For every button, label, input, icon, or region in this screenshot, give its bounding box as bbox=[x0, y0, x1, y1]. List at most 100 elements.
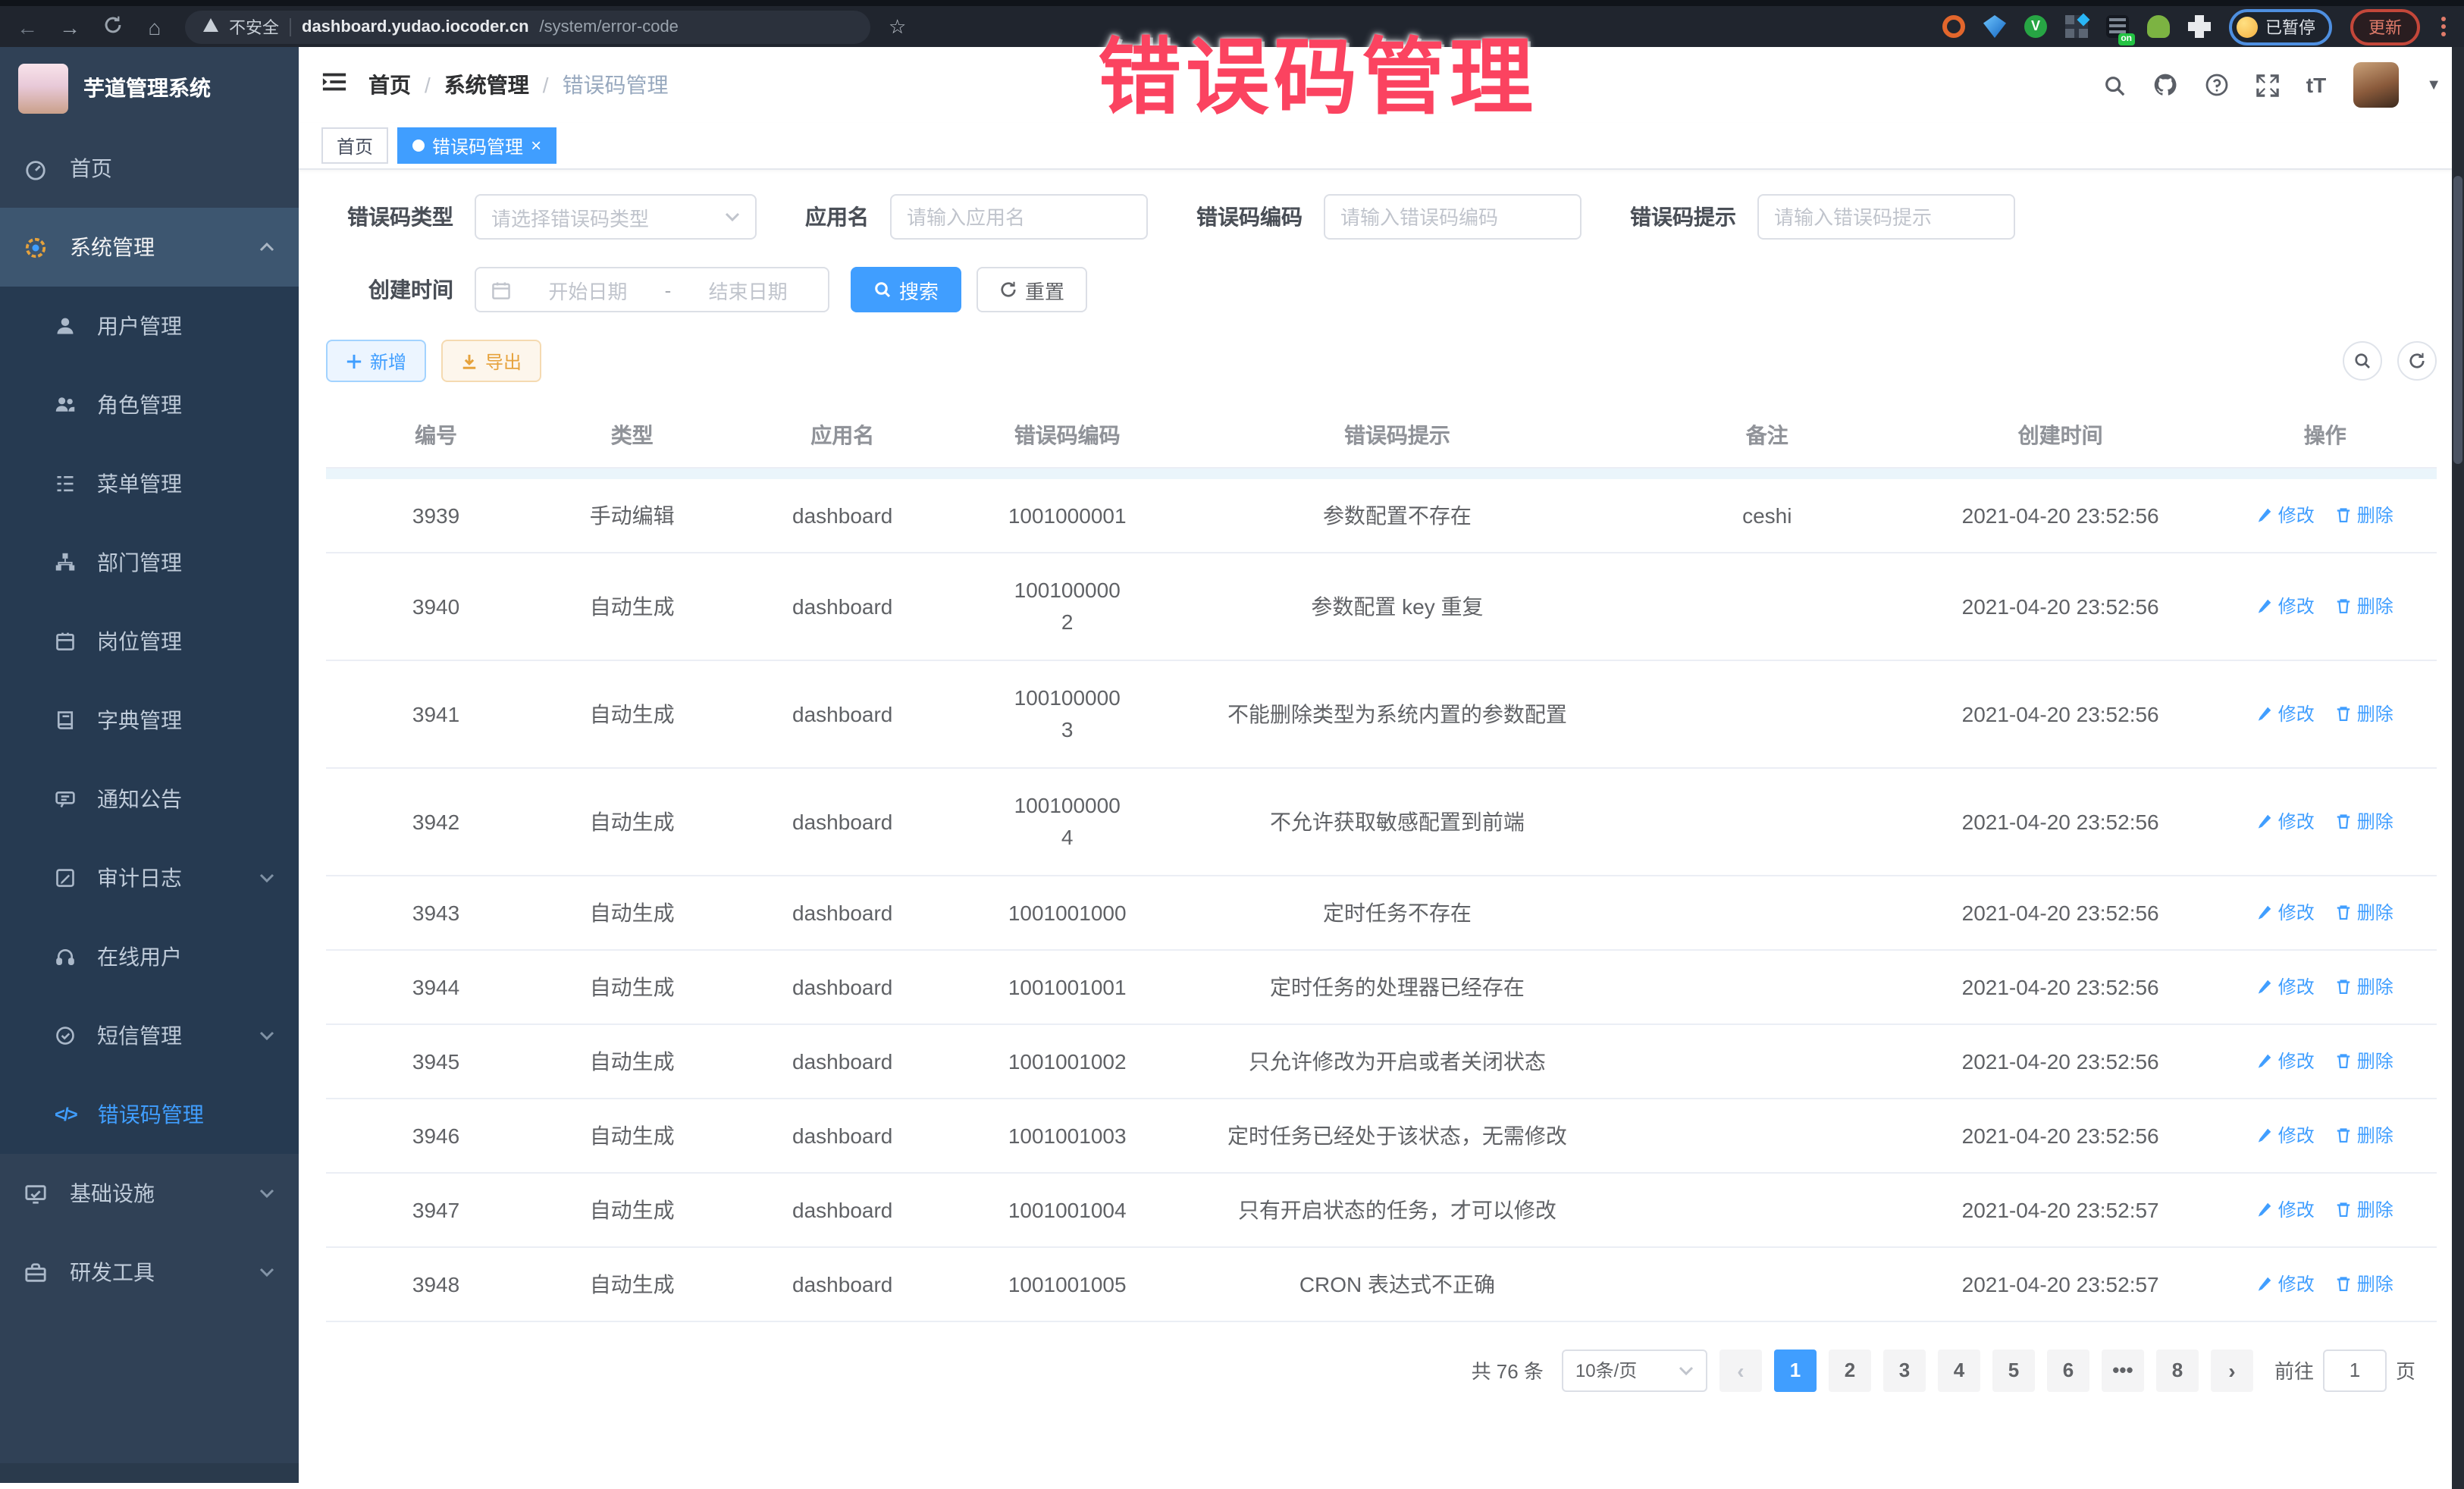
extension-icon-6[interactable] bbox=[2147, 15, 2170, 38]
sidebar-item-roles[interactable]: 角色管理 bbox=[0, 365, 299, 444]
browser-profile-chip[interactable]: 已暂停 bbox=[2229, 8, 2332, 45]
prev-page-button[interactable]: ‹ bbox=[1719, 1349, 1762, 1391]
delete-link[interactable]: 删除 bbox=[2336, 1122, 2393, 1148]
sidebar-item-notices[interactable]: 通知公告 bbox=[0, 760, 299, 839]
font-size-icon[interactable]: tT bbox=[2306, 73, 2326, 97]
delete-link[interactable]: 删除 bbox=[2336, 973, 2393, 999]
page-button-3[interactable]: 3 bbox=[1883, 1349, 1926, 1391]
page-scrollbar[interactable] bbox=[2452, 47, 2464, 1489]
sidebar-item-home[interactable]: 首页 bbox=[0, 129, 299, 208]
edit-link[interactable]: 修改 bbox=[2257, 502, 2315, 528]
next-page-button[interactable]: › bbox=[2211, 1349, 2253, 1391]
fullscreen-icon[interactable] bbox=[2256, 74, 2279, 96]
help-icon[interactable] bbox=[2205, 73, 2229, 97]
goto-page-input[interactable] bbox=[2323, 1349, 2387, 1391]
github-icon[interactable] bbox=[2153, 73, 2177, 97]
breadcrumb-home[interactable]: 首页 bbox=[368, 70, 411, 100]
sidebar-item-menus[interactable]: 菜单管理 bbox=[0, 444, 299, 523]
page-button-6[interactable]: 6 bbox=[2047, 1349, 2089, 1391]
sidebar-item-departments[interactable]: 部门管理 bbox=[0, 523, 299, 602]
page-ellipsis[interactable]: ••• bbox=[2102, 1349, 2144, 1391]
chrome-update-button[interactable]: 更新 bbox=[2350, 8, 2420, 45]
sidebar-item-error-code[interactable]: </> 错误码管理 bbox=[0, 1075, 299, 1154]
export-button[interactable]: 导出 bbox=[441, 340, 541, 382]
header-search-icon[interactable] bbox=[2103, 74, 2126, 96]
edit-link[interactable]: 修改 bbox=[2257, 1048, 2315, 1074]
sidebar-item-online-users[interactable]: 在线用户 bbox=[0, 917, 299, 996]
sidebar-item-users[interactable]: 用户管理 bbox=[0, 287, 299, 365]
delete-link[interactable]: 删除 bbox=[2336, 808, 2393, 834]
sidebar-item-audit-log[interactable]: 审计日志 bbox=[0, 839, 299, 917]
page-button-8[interactable]: 8 bbox=[2156, 1349, 2199, 1391]
tag-close-icon[interactable]: × bbox=[531, 136, 541, 155]
extension-icon-1[interactable] bbox=[1942, 15, 1965, 38]
extension-icon-4[interactable] bbox=[2065, 15, 2088, 38]
page-button-5[interactable]: 5 bbox=[1992, 1349, 2035, 1391]
edit-link[interactable]: 修改 bbox=[2257, 1122, 2315, 1148]
avatar-caret-icon[interactable]: ▼ bbox=[2426, 77, 2441, 93]
edit-link[interactable]: 修改 bbox=[2257, 1196, 2315, 1222]
select-placeholder: 请选择错误码类型 bbox=[491, 202, 725, 231]
scrollbar-thumb[interactable] bbox=[2453, 176, 2462, 464]
delete-link[interactable]: 删除 bbox=[2336, 1271, 2393, 1296]
col-type: 类型 bbox=[546, 403, 718, 468]
add-button[interactable]: 新增 bbox=[326, 340, 426, 382]
row-id: 3940 bbox=[326, 552, 546, 660]
breadcrumb-system[interactable]: 系统管理 bbox=[444, 70, 529, 100]
bookmark-star-icon[interactable]: ☆ bbox=[889, 14, 906, 39]
error-type-select[interactable]: 请选择错误码类型 bbox=[475, 194, 757, 240]
sidebar-item-dictionary[interactable]: 字典管理 bbox=[0, 681, 299, 760]
search-button[interactable]: 搜索 bbox=[851, 267, 961, 312]
trash-icon bbox=[2336, 904, 2353, 920]
date-range-picker[interactable]: 开始日期 - 结束日期 bbox=[475, 267, 829, 312]
browser-menu-icon[interactable] bbox=[2438, 17, 2449, 36]
page-button-2[interactable]: 2 bbox=[1829, 1349, 1871, 1391]
headset-icon bbox=[55, 946, 76, 967]
edit-link[interactable]: 修改 bbox=[2257, 899, 2315, 925]
edit-link-label: 修改 bbox=[2278, 593, 2315, 619]
page-size-select[interactable]: 10条/页 bbox=[1562, 1349, 1707, 1391]
reload-icon[interactable] bbox=[100, 14, 124, 39]
tag-home[interactable]: 首页 bbox=[321, 127, 388, 164]
toggle-search-button[interactable] bbox=[2343, 341, 2382, 381]
back-icon[interactable]: ← bbox=[15, 14, 39, 39]
delete-link[interactable]: 删除 bbox=[2336, 899, 2393, 925]
extension-icon-5[interactable]: on bbox=[2106, 15, 2129, 38]
code-icon: </> bbox=[55, 1104, 77, 1125]
delete-link-label: 删除 bbox=[2357, 502, 2393, 528]
sidebar-logo[interactable]: 芋道管理系统 bbox=[0, 47, 299, 129]
app-name-input[interactable] bbox=[890, 194, 1148, 240]
delete-link[interactable]: 删除 bbox=[2336, 1196, 2393, 1222]
edit-link[interactable]: 修改 bbox=[2257, 808, 2315, 834]
edit-link-label: 修改 bbox=[2278, 1196, 2315, 1222]
extension-icon-3[interactable]: V bbox=[2024, 15, 2047, 38]
sidebar-item-dev-tools[interactable]: 研发工具 bbox=[0, 1233, 299, 1312]
edit-link[interactable]: 修改 bbox=[2257, 593, 2315, 619]
delete-link[interactable]: 删除 bbox=[2336, 1048, 2393, 1074]
delete-link[interactable]: 删除 bbox=[2336, 502, 2393, 528]
page-button-4[interactable]: 4 bbox=[1938, 1349, 1980, 1391]
error-code-input[interactable] bbox=[1324, 194, 1582, 240]
delete-link[interactable]: 删除 bbox=[2336, 701, 2393, 726]
user-avatar[interactable] bbox=[2353, 62, 2399, 108]
reset-button[interactable]: 重置 bbox=[977, 267, 1087, 312]
sidebar-item-posts[interactable]: 岗位管理 bbox=[0, 602, 299, 681]
sidebar-item-sms[interactable]: 短信管理 bbox=[0, 996, 299, 1075]
edit-link[interactable]: 修改 bbox=[2257, 973, 2315, 999]
extensions-puzzle-icon[interactable] bbox=[2188, 15, 2211, 38]
hamburger-icon[interactable] bbox=[321, 71, 347, 99]
page-button-1[interactable]: 1 bbox=[1774, 1349, 1817, 1391]
delete-link[interactable]: 删除 bbox=[2336, 593, 2393, 619]
address-bar[interactable]: 不安全 dashboard.yudao.iocoder.cn/system/er… bbox=[185, 10, 870, 43]
edit-link[interactable]: 修改 bbox=[2257, 1271, 2315, 1296]
forward-icon[interactable]: → bbox=[58, 14, 82, 39]
users-icon bbox=[55, 394, 76, 415]
edit-link[interactable]: 修改 bbox=[2257, 701, 2315, 726]
error-msg-input[interactable] bbox=[1757, 194, 2015, 240]
sidebar-item-system[interactable]: 系统管理 bbox=[0, 208, 299, 287]
extension-icon-2[interactable] bbox=[1983, 15, 2006, 38]
refresh-table-button[interactable] bbox=[2397, 341, 2437, 381]
home-icon[interactable]: ⌂ bbox=[143, 14, 167, 39]
sidebar-item-infrastructure[interactable]: 基础设施 bbox=[0, 1154, 299, 1233]
tag-error-code[interactable]: 错误码管理 × bbox=[397, 127, 556, 164]
